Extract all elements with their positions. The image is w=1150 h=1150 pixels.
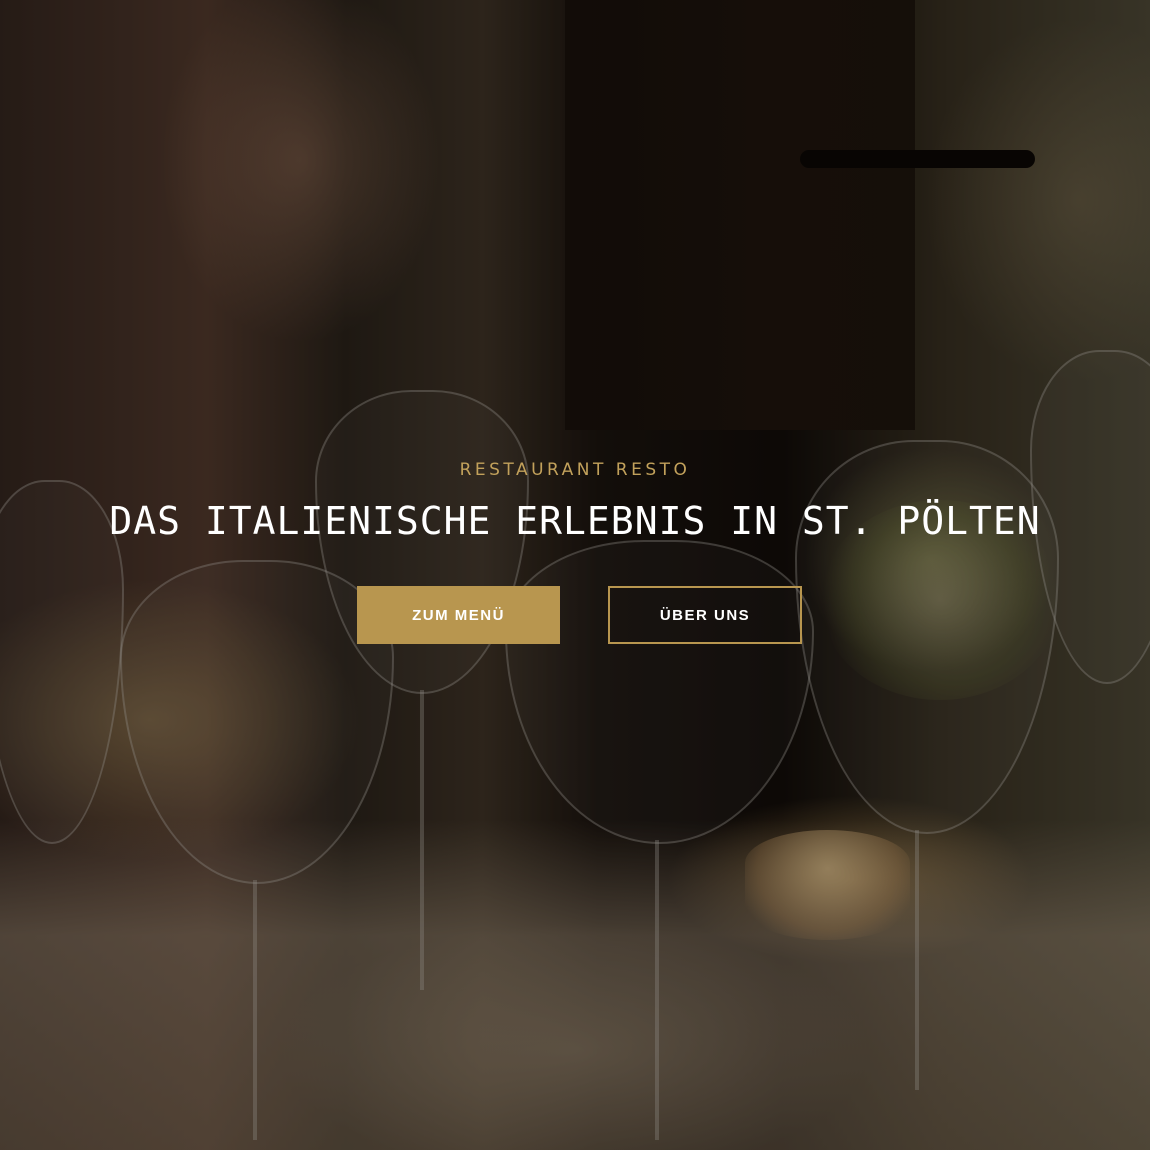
hero-section: RESTAURANT RESTO DAS ITALIENISCHE ERLEBN… (0, 0, 1150, 1150)
hero-title: DAS ITALIENISCHE ERLEBNIS IN ST. PÖLTEN (109, 499, 1041, 543)
hero-buttons: ZUM MENÜ ÜBER UNS (0, 586, 1150, 644)
hero-eyebrow: RESTAURANT RESTO (459, 460, 691, 480)
menu-button[interactable]: ZUM MENÜ (357, 586, 560, 644)
hero-dark-overlay (0, 0, 1150, 1150)
about-us-button[interactable]: ÜBER UNS (608, 586, 802, 644)
hero-content: RESTAURANT RESTO DAS ITALIENISCHE ERLEBN… (0, 455, 1150, 545)
